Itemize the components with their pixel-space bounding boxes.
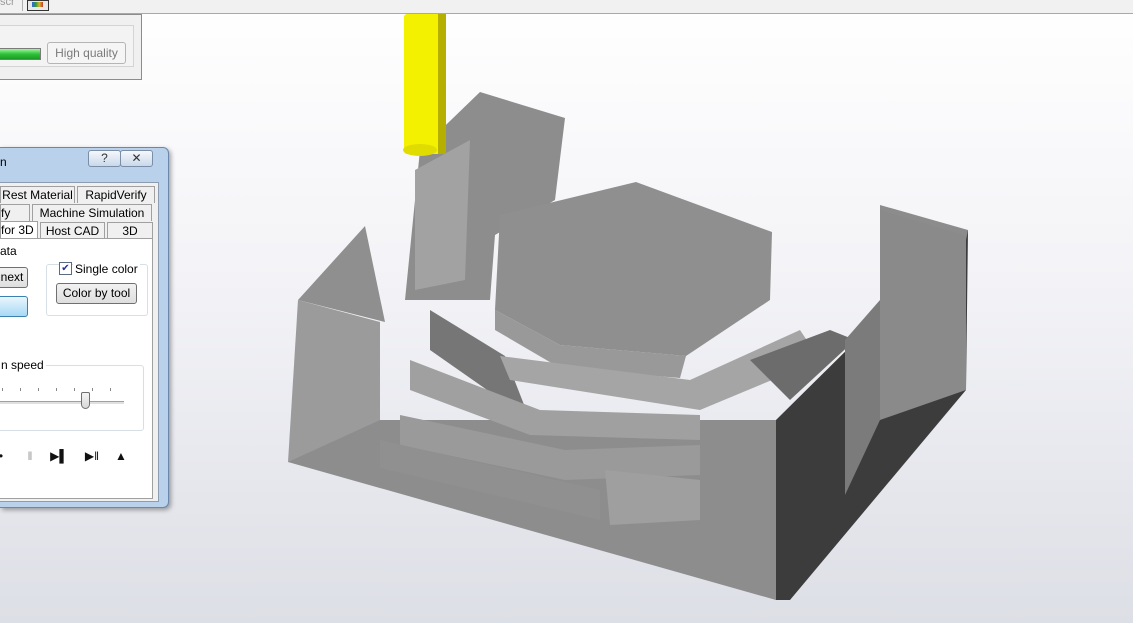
single-color-checkbox[interactable]: ✔ [59,262,72,275]
close-button[interactable]: ✕ [120,150,153,167]
speed-group: n speed [0,358,144,431]
dialog-title: n [0,155,7,169]
play-icon[interactable]: • [0,449,6,463]
color-group: ✔ Single color Color by tool [46,262,148,316]
next-button[interactable]: next [0,267,28,288]
tab-machine-simulation[interactable]: Machine Simulation [32,204,152,221]
fast-forward-icon[interactable]: ▶‖ [82,449,102,463]
hex-island-top [495,182,772,356]
toolbar: scr [0,0,1133,14]
quality-group: High quality [0,25,134,67]
tab-page: ata next ✔ Single color Color by tool n … [0,238,153,499]
tab-3d[interactable]: 3D [107,222,153,239]
help-button[interactable]: ? [88,150,121,167]
quality-panel: High quality [0,14,142,80]
data-label: ata [0,244,17,258]
speed-slider-thumb[interactable] [81,392,90,409]
simulation-dialog: n ? ✕ Rest Material RapidVerify fy Machi… [0,147,169,508]
speed-slider-track [0,401,124,405]
single-color-label: Single color [73,262,140,276]
pause-icon[interactable]: ‖ [24,449,36,463]
tab-rapidverify[interactable]: RapidVerify [77,186,155,203]
tab-host-cad[interactable]: Host CAD [40,222,105,239]
cutting-tool [403,14,446,156]
color-by-tool-button[interactable]: Color by tool [56,283,137,304]
speed-label: n speed [0,358,46,372]
color-palette-icon[interactable] [27,0,49,11]
high-quality-button[interactable]: High quality [47,42,126,64]
toolbar-separator [22,0,23,11]
stock-right-wall [880,210,966,420]
step-forward-icon[interactable]: ▶▌ [50,449,68,463]
tab-rest-material[interactable]: Rest Material [0,186,75,203]
toolbar-cut-text: scr [0,0,15,8]
play-button[interactable] [0,296,28,317]
tab-verify[interactable]: fy [0,204,30,221]
quality-progress-bar [0,48,41,60]
dialog-client: Rest Material RapidVerify fy Machine Sim… [0,182,159,502]
eject-icon[interactable]: ▲ [114,449,128,463]
simulation-viewport[interactable] [0,14,1133,623]
